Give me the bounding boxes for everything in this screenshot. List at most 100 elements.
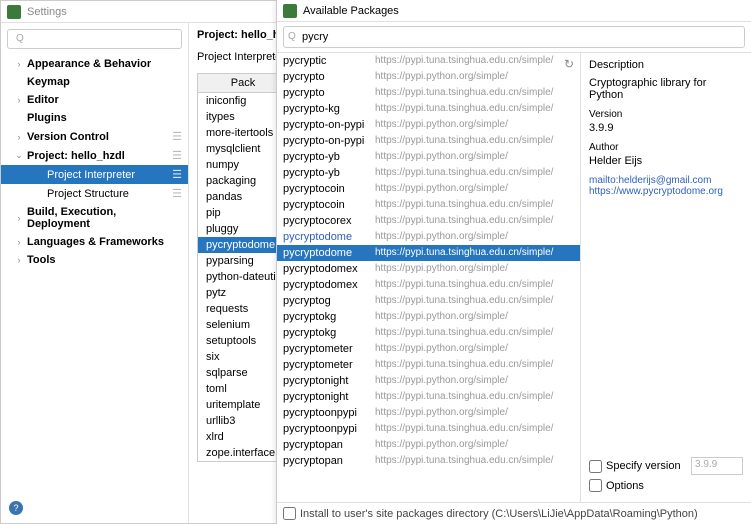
nav-item-project-hello-hzdl[interactable]: ⌄Project: hello_hzdl☰ — [1, 146, 188, 165]
pkg-result-row[interactable]: pycryptodomehttps://pypi.python.org/simp… — [277, 229, 580, 245]
version-label: Version — [589, 109, 743, 120]
install-user-checkbox[interactable] — [283, 507, 296, 520]
installed-package-row[interactable]: six — [198, 349, 288, 365]
installed-package-row[interactable]: numpy — [198, 157, 288, 173]
options-row: Options — [589, 479, 743, 492]
pkg-result-repo: https://pypi.tuna.tsinghua.edu.cn/simple… — [375, 278, 574, 292]
pkg-result-repo: https://pypi.tuna.tsinghua.edu.cn/simple… — [375, 326, 574, 340]
pkg-results-scroll[interactable]: ↻ pycryptichttps://pypi.tuna.tsinghua.ed… — [277, 53, 581, 502]
installed-package-row[interactable]: requests — [198, 301, 288, 317]
nav-item-project-structure[interactable]: Project Structure☰ — [1, 184, 188, 203]
pkg-result-name: pycryptocorex — [283, 214, 375, 228]
pkg-link[interactable]: https://www.pycryptodome.org — [589, 186, 743, 197]
pkg-result-row[interactable]: pycryptometerhttps://pypi.python.org/sim… — [277, 341, 580, 357]
nav-item-project-interpreter[interactable]: Project Interpreter☰ — [1, 165, 188, 184]
pkg-result-row[interactable]: pycrypto-ybhttps://pypi.python.org/simpl… — [277, 149, 580, 165]
nav-item-version-control[interactable]: ›Version Control☰ — [1, 127, 188, 146]
pkg-result-name: pycryptodomex — [283, 278, 375, 292]
pkg-result-row[interactable]: pycrypto-on-pypihttps://pypi.python.org/… — [277, 117, 580, 133]
pycharm-icon — [7, 5, 21, 19]
installed-package-row[interactable]: itypes — [198, 109, 288, 125]
pkg-result-row[interactable]: pycryptonighthttps://pypi.python.org/sim… — [277, 373, 580, 389]
available-packages-dialog: Available Packages Q ↻ pycryptichttps://… — [276, 0, 751, 524]
pkg-result-row[interactable]: pycryptopanhttps://pypi.tuna.tsinghua.ed… — [277, 453, 580, 469]
pkg-result-name: pycrypto — [283, 86, 375, 100]
pkg-result-name: pycryptodome — [283, 246, 375, 260]
pkg-result-row[interactable]: pycryptometerhttps://pypi.tuna.tsinghua.… — [277, 357, 580, 373]
pkg-result-name: pycrypto-yb — [283, 166, 375, 180]
search-icon: Q — [16, 33, 24, 44]
pkg-result-name: pycryptoonpypi — [283, 406, 375, 420]
installed-package-row[interactable]: more-itertools — [198, 125, 288, 141]
installed-package-row[interactable]: mysqlclient — [198, 141, 288, 157]
description-label: Description — [589, 59, 743, 71]
pycharm-icon — [283, 4, 297, 18]
installed-package-row[interactable]: xlrd — [198, 429, 288, 445]
nav-item-languages-frameworks[interactable]: ›Languages & Frameworks — [1, 233, 188, 251]
nav-item-keymap[interactable]: Keymap — [1, 73, 188, 91]
pkg-result-repo: https://pypi.python.org/simple/ — [375, 438, 574, 452]
pkg-result-row[interactable]: pycrypto-on-pypihttps://pypi.tuna.tsingh… — [277, 133, 580, 149]
pkg-result-row[interactable]: pycryptokghttps://pypi.tuna.tsinghua.edu… — [277, 325, 580, 341]
pkg-result-row[interactable]: pycryptichttps://pypi.tuna.tsinghua.edu.… — [277, 53, 580, 69]
settings-search-input[interactable] — [7, 29, 182, 49]
interpreter-label: Project Interpreter: — [197, 51, 288, 63]
installed-package-row[interactable]: pip — [198, 205, 288, 221]
pkg-result-row[interactable]: pycryptopanhttps://pypi.python.org/simpl… — [277, 437, 580, 453]
installed-package-row[interactable]: uritemplate — [198, 397, 288, 413]
pkg-result-row[interactable]: pycryptohttps://pypi.python.org/simple/ — [277, 69, 580, 85]
installed-package-row[interactable]: sqlparse — [198, 365, 288, 381]
pkg-result-repo: https://pypi.python.org/simple/ — [375, 70, 574, 84]
installed-package-row[interactable]: iniconfig — [198, 93, 288, 109]
nav-item-build-execution-deployment[interactable]: ›Build, Execution, Deployment — [1, 203, 188, 233]
chevron-right-icon: › — [15, 255, 23, 265]
pkg-link[interactable]: mailto:helderijs@gmail.com — [589, 175, 743, 186]
gear-icon: ☰ — [172, 187, 182, 200]
pkg-result-row[interactable]: pycryptoghttps://pypi.tuna.tsinghua.edu.… — [277, 293, 580, 309]
nav-item-tools[interactable]: ›Tools — [1, 251, 188, 269]
pkg-result-row[interactable]: pycrypto-kghttps://pypi.tuna.tsinghua.ed… — [277, 101, 580, 117]
pkg-result-row[interactable]: pycryptodomexhttps://pypi.tuna.tsinghua.… — [277, 277, 580, 293]
installed-package-row[interactable]: python-dateutil — [198, 269, 288, 285]
installed-package-row[interactable]: zope.interface — [198, 445, 288, 461]
pkg-search-input[interactable] — [283, 26, 745, 48]
options-checkbox[interactable] — [589, 479, 602, 492]
pkg-result-name: pycrypto-yb — [283, 150, 375, 164]
pkg-result-name: pycrypto-kg — [283, 102, 375, 116]
help-icon[interactable]: ? — [9, 501, 23, 515]
installed-package-row[interactable]: toml — [198, 381, 288, 397]
installed-package-row[interactable]: pytz — [198, 285, 288, 301]
pkg-result-name: pycrypto-on-pypi — [283, 118, 375, 132]
nav-item-label: Languages & Frameworks — [27, 236, 182, 248]
pkg-result-row[interactable]: pycryptokghttps://pypi.python.org/simple… — [277, 309, 580, 325]
installed-package-row[interactable]: selenium — [198, 317, 288, 333]
specify-version-checkbox[interactable] — [589, 460, 602, 473]
gear-icon: ☰ — [172, 168, 182, 181]
installed-package-row[interactable]: pluggy — [198, 221, 288, 237]
installed-package-row[interactable]: packaging — [198, 173, 288, 189]
pkg-result-row[interactable]: pycryptohttps://pypi.tuna.tsinghua.edu.c… — [277, 85, 580, 101]
pkg-result-row[interactable]: pycryptodomexhttps://pypi.python.org/sim… — [277, 261, 580, 277]
nav-item-plugins[interactable]: Plugins — [1, 109, 188, 127]
pkg-result-row[interactable]: pycryptocoinhttps://pypi.python.org/simp… — [277, 181, 580, 197]
pkg-result-repo: https://pypi.tuna.tsinghua.edu.cn/simple… — [375, 358, 574, 372]
installed-package-row[interactable]: pandas — [198, 189, 288, 205]
reload-icon[interactable]: ↻ — [564, 57, 574, 71]
pkg-result-row[interactable]: pycryptocorexhttps://pypi.tuna.tsinghua.… — [277, 213, 580, 229]
installed-package-row[interactable]: pycryptodome — [198, 237, 288, 253]
nav-item-appearance-behavior[interactable]: ›Appearance & Behavior — [1, 55, 188, 73]
pkg-result-row[interactable]: pycryptoonpypihttps://pypi.python.org/si… — [277, 405, 580, 421]
installed-package-row[interactable]: pyparsing — [198, 253, 288, 269]
pkg-result-row[interactable]: pycryptonighthttps://pypi.tuna.tsinghua.… — [277, 389, 580, 405]
pkg-result-name: pycryptocoin — [283, 182, 375, 196]
pkg-result-row[interactable]: pycryptoonpypihttps://pypi.tuna.tsinghua… — [277, 421, 580, 437]
pkg-result-row[interactable]: pycryptodomehttps://pypi.tuna.tsinghua.e… — [277, 245, 580, 261]
pkg-result-row[interactable]: pycryptocoinhttps://pypi.tuna.tsinghua.e… — [277, 197, 580, 213]
nav-item-editor[interactable]: ›Editor — [1, 91, 188, 109]
pkg-result-row[interactable]: pycrypto-ybhttps://pypi.tuna.tsinghua.ed… — [277, 165, 580, 181]
pkg-result-name: pycryptometer — [283, 342, 375, 356]
specify-version-field[interactable]: 3.9.9 — [691, 457, 743, 475]
install-to-user-row: Install to user's site packages director… — [277, 502, 751, 524]
installed-package-row[interactable]: urllib3 — [198, 413, 288, 429]
installed-package-row[interactable]: setuptools — [198, 333, 288, 349]
